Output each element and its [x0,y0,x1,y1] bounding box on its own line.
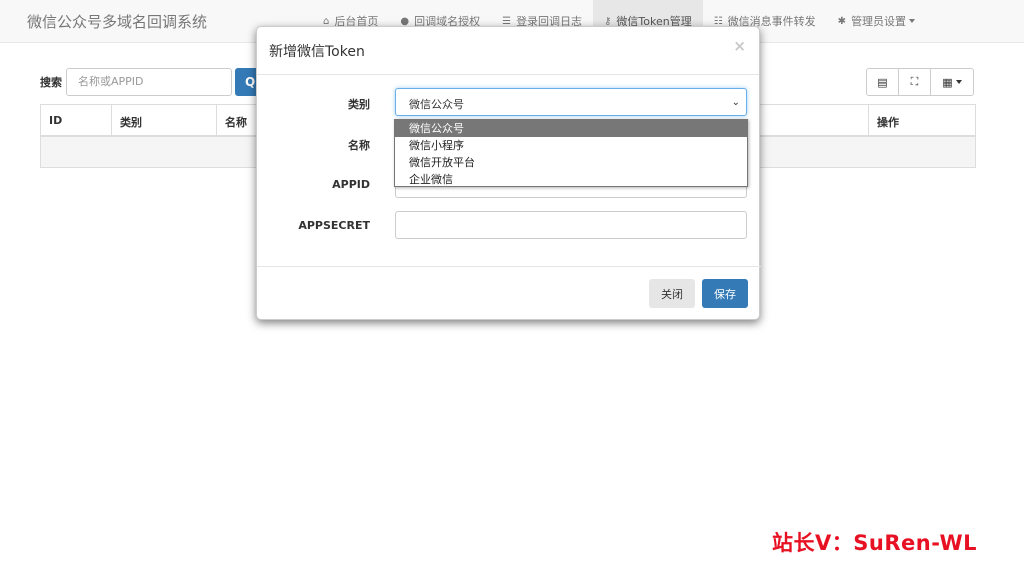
type-dropdown-list: 微信公众号 微信小程序 微信开放平台 企业微信 [394,119,748,187]
modal-footer: 关闭 保存 [257,266,761,321]
dropdown-option[interactable]: 企业微信 [395,171,747,188]
type-select-value: 微信公众号 [409,98,464,111]
appsecret-input[interactable] [395,211,747,239]
form-row-type: 类别 微信公众号 ⌄ [257,88,761,116]
save-button[interactable]: 保存 [702,279,748,308]
type-label: 类别 [348,98,370,111]
appsecret-label: APPSECRET [298,219,370,232]
chevron-down-icon: ⌄ [731,97,740,108]
name-label: 名称 [348,139,370,152]
dropdown-option[interactable]: 微信公众号 [395,120,747,137]
page: 微信公众号多域名回调系统 ⌂ 后台首页 ● 回调域名授权 ☰ 登录回调日志 ⚷ … [0,0,1024,575]
modal-title: 新增微信Token [269,44,365,60]
type-select[interactable]: 微信公众号 ⌄ [395,88,747,116]
close-button[interactable]: 关闭 [649,279,695,308]
watermark-text: 站长V：SuRen-WL [772,531,978,555]
dropdown-option[interactable]: 微信开放平台 [395,154,747,171]
dropdown-option[interactable]: 微信小程序 [395,137,747,154]
appid-label: APPID [332,178,370,191]
modal-header: 新增微信Token × [257,27,759,75]
close-icon[interactable]: × [733,37,746,55]
form-row-appsecret: APPSECRET [257,211,761,239]
